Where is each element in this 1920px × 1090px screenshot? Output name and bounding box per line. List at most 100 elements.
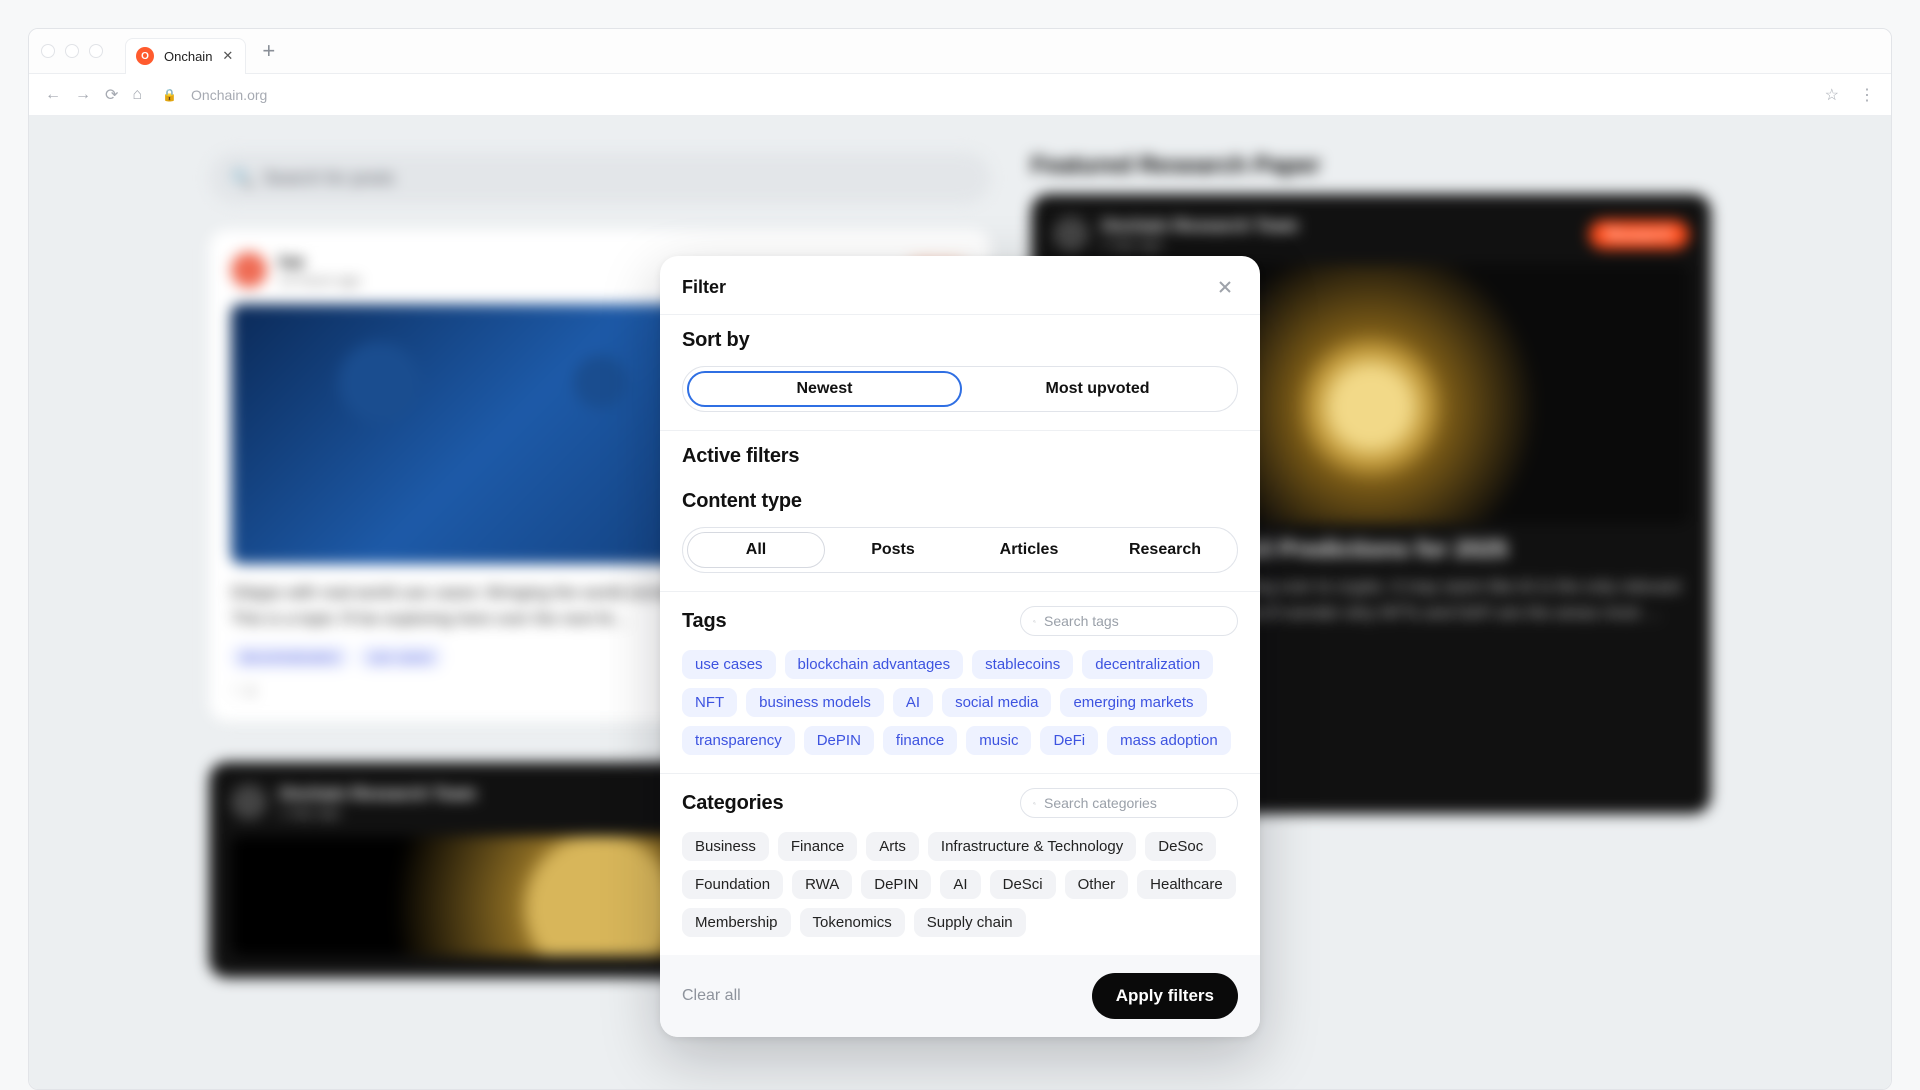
post-time: 14 hours ago (279, 272, 361, 288)
post-badge: Research (1589, 220, 1689, 249)
post-author: Onchain Research Team (1101, 216, 1298, 236)
category-chip[interactable]: Arts (866, 832, 919, 861)
search-input-bg: 🔍 Search for posts (209, 152, 991, 204)
bookmark-star-icon[interactable]: ☆ (1825, 85, 1839, 105)
url-bar: ← → ⟳ ⌂ 🔒 Onchain.org ☆ ⋮ (29, 74, 1891, 116)
tags-search-input[interactable] (1044, 613, 1225, 629)
tag-chip[interactable]: DeFi (1040, 726, 1098, 755)
category-chip[interactable]: Foundation (682, 870, 783, 899)
modal-title: Filter (682, 277, 726, 298)
category-chip[interactable]: DePIN (861, 870, 931, 899)
content-type-segmented: All Posts Articles Research (682, 527, 1238, 573)
close-icon[interactable] (1212, 274, 1238, 300)
avatar (231, 784, 267, 820)
search-icon (1033, 614, 1036, 629)
tag-chip[interactable]: business models (746, 688, 884, 717)
nav-forward-icon[interactable]: → (75, 86, 91, 104)
avatar (231, 252, 267, 288)
category-chip[interactable]: Infrastructure & Technology (928, 832, 1136, 861)
sort-by-segmented: Newest Most upvoted (682, 366, 1238, 412)
apply-filters-button[interactable]: Apply filters (1092, 973, 1238, 1019)
post-tag: use cases (359, 645, 442, 669)
content-type-section: Content type All Posts Articles Research (660, 486, 1260, 591)
categories-section: Categories Business Finance Arts Infrastruc… (660, 773, 1260, 955)
post-time: 1 day ago (279, 804, 476, 820)
modal-footer: Clear all Apply filters (660, 955, 1260, 1037)
category-chip[interactable]: Other (1065, 870, 1129, 899)
browser-menu-icon[interactable]: ⋮ (1859, 85, 1875, 105)
post-tag: decentralization (231, 645, 349, 669)
tag-chip[interactable]: emerging markets (1060, 688, 1206, 717)
category-chip[interactable]: AI (940, 870, 980, 899)
category-chip[interactable]: DeSoc (1145, 832, 1216, 861)
categories-search[interactable] (1020, 788, 1238, 818)
window-minimize-icon[interactable] (65, 44, 79, 58)
category-chip[interactable]: Healthcare (1137, 870, 1236, 899)
content-type-research-button[interactable]: Research (1097, 532, 1233, 568)
new-tab-button[interactable]: + (262, 40, 275, 62)
lock-icon: 🔒 (162, 88, 177, 102)
content-type-posts-button[interactable]: Posts (825, 532, 961, 568)
window-maximize-icon[interactable] (89, 44, 103, 58)
nav-reload-icon[interactable]: ⟳ (105, 85, 118, 105)
tag-chip[interactable]: finance (883, 726, 957, 755)
search-icon (1033, 796, 1036, 811)
window-close-icon[interactable] (41, 44, 55, 58)
active-filters-section: Active filters (660, 430, 1260, 486)
tags-search[interactable] (1020, 606, 1238, 636)
tag-chip[interactable]: mass adoption (1107, 726, 1231, 755)
tag-chip[interactable]: social media (942, 688, 1051, 717)
avatar (1053, 216, 1089, 252)
category-chip[interactable]: Tokenomics (800, 908, 905, 937)
tag-chip[interactable]: music (966, 726, 1031, 755)
post-author: Onchain Research Team (279, 784, 476, 804)
categories-label: Categories (682, 792, 783, 815)
featured-heading: Featured Research Paper (1031, 152, 1711, 180)
tags-section: Tags use cases blockchain advantages stabl… (660, 591, 1260, 773)
categories-chip-wrap: Business Finance Arts Infrastructure & Tech… (682, 832, 1238, 937)
tab-title: Onchain (164, 49, 212, 64)
sort-newest-button[interactable]: Newest (687, 371, 962, 407)
nav-back-icon[interactable]: ← (45, 86, 61, 104)
url-text[interactable]: Onchain.org (191, 87, 267, 103)
tab-close-icon[interactable]: ✕ (222, 48, 233, 64)
content-type-label: Content type (682, 490, 1238, 513)
browser-tab[interactable]: O Onchain ✕ (125, 38, 246, 74)
post-time: 1 day ago (1101, 236, 1298, 252)
tag-chip[interactable]: decentralization (1082, 650, 1213, 679)
category-chip[interactable]: Membership (682, 908, 791, 937)
categories-search-input[interactable] (1044, 795, 1225, 811)
post-likes: 2 (247, 683, 255, 699)
content-type-articles-button[interactable]: Articles (961, 532, 1097, 568)
clear-all-button[interactable]: Clear all (682, 987, 741, 1005)
sort-by-label: Sort by (682, 329, 1238, 352)
search-placeholder: Search for posts (263, 168, 394, 189)
tag-chip[interactable]: blockchain advantages (785, 650, 964, 679)
favicon-icon: O (136, 47, 154, 65)
content-type-all-button[interactable]: All (687, 532, 825, 568)
tag-chip[interactable]: use cases (682, 650, 776, 679)
tag-chip[interactable]: transparency (682, 726, 795, 755)
tag-chip[interactable]: DePIN (804, 726, 874, 755)
tags-label: Tags (682, 610, 726, 633)
browser-window: O Onchain ✕ + ← → ⟳ ⌂ 🔒 Onchain.org ☆ ⋮ … (28, 28, 1892, 1090)
category-chip[interactable]: DeSci (990, 870, 1056, 899)
sort-by-section: Sort by Newest Most upvoted (660, 314, 1260, 430)
tab-strip: O Onchain ✕ + (29, 29, 1891, 74)
post-author: lua (279, 252, 361, 272)
sort-most-upvoted-button[interactable]: Most upvoted (962, 371, 1233, 407)
tag-chip[interactable]: AI (893, 688, 933, 717)
active-filters-label: Active filters (682, 445, 1238, 468)
tags-chip-wrap: use cases blockchain advantages stablecoin… (682, 650, 1238, 755)
category-chip[interactable]: Finance (778, 832, 857, 861)
filter-modal: Filter Sort by Newest Most upvoted Activ… (660, 256, 1260, 1037)
tag-chip[interactable]: stablecoins (972, 650, 1073, 679)
category-chip[interactable]: RWA (792, 870, 852, 899)
page-content: 🔍 Search for posts lua 14 hours ago Post (29, 116, 1891, 1089)
modal-header: Filter (660, 256, 1260, 314)
window-controls (41, 44, 103, 58)
tag-chip[interactable]: NFT (682, 688, 737, 717)
category-chip[interactable]: Business (682, 832, 769, 861)
nav-home-icon[interactable]: ⌂ (132, 86, 142, 104)
category-chip[interactable]: Supply chain (914, 908, 1026, 937)
